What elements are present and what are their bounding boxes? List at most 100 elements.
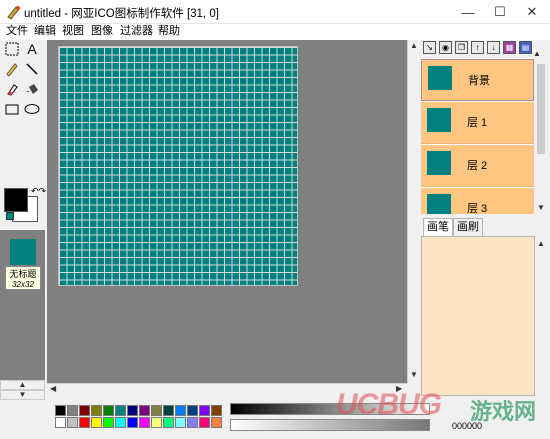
arrow-up-icon: ▲ [537, 239, 545, 248]
palette-swatch[interactable] [103, 405, 114, 416]
palette-swatch[interactable] [127, 417, 138, 428]
canvas-vertical-scrollbar[interactable]: ▲ ▼ [407, 40, 419, 383]
palette-swatch[interactable] [115, 405, 126, 416]
palette-swatch[interactable] [67, 405, 78, 416]
rectangle-icon [5, 104, 19, 115]
watermark-text: 游戏网 [470, 399, 537, 424]
scroll-up-button[interactable]: ▲ [0, 380, 45, 390]
rectangle-tool[interactable] [2, 100, 22, 118]
palette-swatch[interactable] [151, 405, 162, 416]
arrow-down-icon: ▼ [537, 203, 545, 212]
select-rect-icon [5, 42, 19, 56]
palette-swatch[interactable] [67, 417, 78, 428]
layer-name: 层 3 [467, 203, 488, 214]
layer-item[interactable]: 层 1 [421, 102, 534, 144]
palette-swatch[interactable] [91, 417, 102, 428]
text-tool[interactable]: A [22, 40, 42, 58]
scroll-down-button[interactable]: ▼ [0, 390, 45, 400]
layer-delete-button[interactable]: ▤ [519, 41, 532, 54]
minimize-button[interactable]: — [452, 0, 484, 24]
palette-swatch[interactable] [199, 417, 210, 428]
palette-swatch[interactable] [139, 405, 150, 416]
foreground-color-swatch[interactable] [4, 188, 28, 212]
merge-icon: ▦ [505, 42, 514, 52]
layer-item[interactable]: 层 2 [421, 145, 534, 187]
color-selector: ↶↷ [0, 182, 46, 228]
palette-swatch[interactable] [79, 405, 90, 416]
palette-swatch[interactable] [91, 405, 102, 416]
layer-thumbnail [427, 151, 451, 175]
menu-help[interactable]: 帮助 [155, 24, 183, 40]
layer-item[interactable]: 层 3 [421, 188, 534, 214]
window-title: untitled - 网亚ICO图标制作软件 [31, 0] [24, 8, 219, 20]
layer-down-button[interactable]: ↓ [487, 41, 500, 54]
ellipse-tool[interactable] [22, 100, 42, 118]
palette-swatch[interactable] [175, 405, 186, 416]
layer-scroll-up-button[interactable]: ▲ [533, 45, 545, 58]
eraser-tool[interactable] [2, 80, 22, 98]
layer-name: 层 2 [467, 160, 488, 172]
menu-edit[interactable]: 编辑 [31, 24, 59, 40]
palette-swatch[interactable] [139, 417, 150, 428]
icon-thumbnail[interactable] [10, 239, 36, 265]
arrow-up-icon: ▲ [410, 41, 418, 50]
pixel-grid-canvas[interactable] [58, 46, 298, 286]
layer-scrollbar[interactable]: ▼ [535, 58, 547, 214]
accent-color-swatch[interactable] [6, 212, 14, 220]
pencil-icon [6, 63, 18, 76]
menu-view[interactable]: 视图 [59, 24, 87, 40]
palette-swatch[interactable] [151, 417, 162, 428]
layer-thumbnail [427, 108, 451, 132]
fill-tool[interactable] [22, 80, 42, 98]
palette-swatch[interactable] [79, 417, 90, 428]
tab-brush[interactable]: 画刷 [453, 218, 483, 236]
tab-pen[interactable]: 画笔 [423, 218, 453, 236]
palette-swatch[interactable] [55, 405, 66, 416]
close-icon: ✕ [526, 4, 538, 19]
arrow-up-icon: ↑ [475, 42, 480, 52]
menu-filter[interactable]: 过滤器 [117, 24, 156, 40]
palette-swatch[interactable] [163, 405, 174, 416]
line-tool[interactable] [22, 60, 42, 78]
palette-swatch[interactable] [103, 417, 114, 428]
swap-colors-icon[interactable]: ↶↷ [31, 186, 46, 197]
arrow-down-icon: ↓ [491, 42, 496, 52]
delete-icon: ▤ [521, 42, 530, 52]
scroll-thumb[interactable] [537, 64, 545, 154]
app-icon [7, 6, 20, 20]
pencil-tool[interactable] [2, 60, 22, 78]
layer-thumbnail [428, 66, 452, 90]
eye-icon: ◉ [442, 42, 449, 52]
palette-swatch[interactable] [55, 417, 66, 428]
select-rect-tool[interactable] [2, 40, 22, 58]
palette-swatch[interactable] [187, 405, 198, 416]
palette-swatch[interactable] [115, 417, 126, 428]
maximize-button[interactable]: ☐ [484, 0, 516, 24]
palette-swatch[interactable] [187, 417, 198, 428]
palette-swatch[interactable] [211, 405, 222, 416]
brush-panel[interactable] [421, 236, 535, 396]
layer-item[interactable]: 背景 [421, 59, 534, 101]
layer-up-button[interactable]: ↑ [471, 41, 484, 54]
palette-swatch[interactable] [163, 417, 174, 428]
copy-icon: ❐ [457, 42, 466, 52]
arrow-up-icon: ▲ [533, 49, 541, 58]
palette-swatch[interactable] [127, 405, 138, 416]
new-layer-icon: ↘ [426, 42, 433, 52]
watermark-logo: UCBUG [336, 388, 442, 421]
layer-merge-button[interactable]: ▦ [503, 41, 516, 54]
layer-copy-button[interactable]: ❐ [455, 41, 468, 54]
menu-file[interactable]: 文件 [3, 24, 31, 40]
layer-new-button[interactable]: ↘ [423, 41, 436, 54]
layer-thumbnail [427, 194, 451, 214]
layer-name: 背景 [468, 75, 490, 87]
palette-swatch[interactable] [199, 405, 210, 416]
palette-swatch[interactable] [175, 417, 186, 428]
brush-scrollbar[interactable]: ▲ [535, 236, 547, 396]
menu-image[interactable]: 图像 [88, 24, 116, 40]
close-button[interactable]: ✕ [516, 0, 548, 24]
layer-visibility-button[interactable]: ◉ [439, 41, 452, 54]
icon-list-scrollbar[interactable]: ▲ ▼ [0, 380, 45, 400]
line-icon [26, 63, 38, 75]
palette-swatch[interactable] [211, 417, 222, 428]
